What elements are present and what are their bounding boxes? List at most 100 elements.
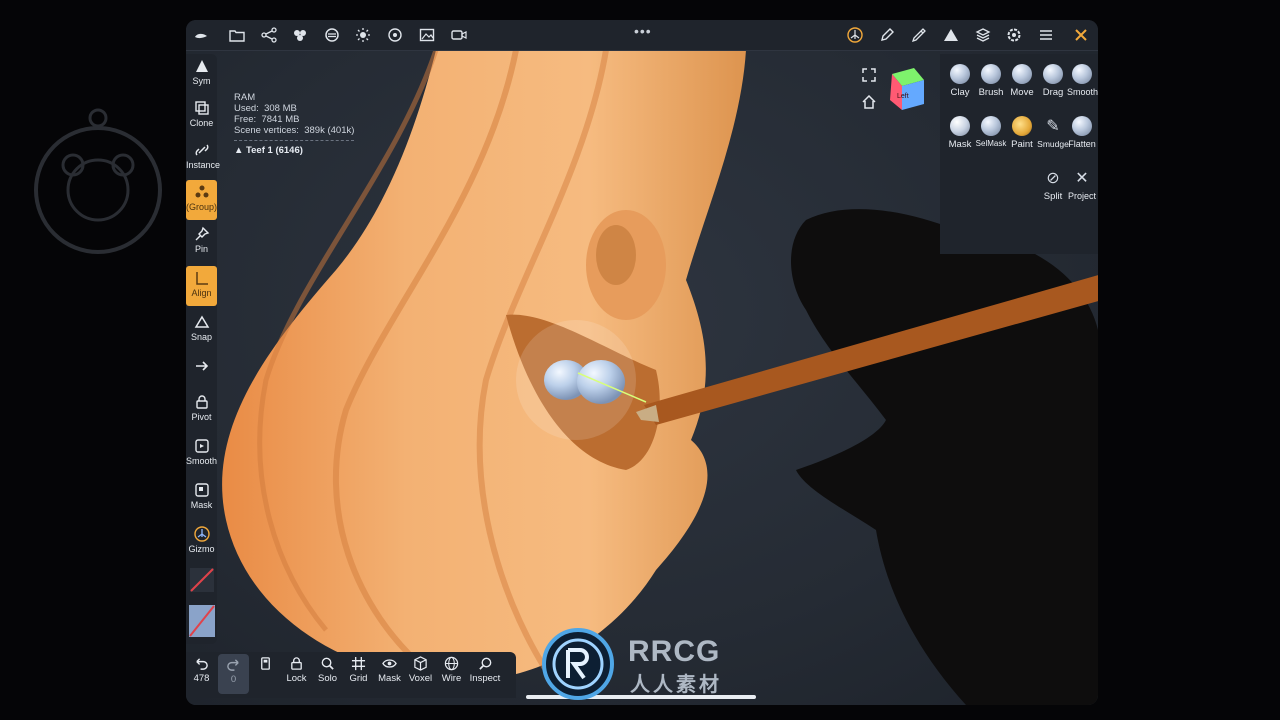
instance-button[interactable]: Instance [186, 138, 220, 178]
smooth-button[interactable]: Smooth [186, 434, 217, 474]
tool-selmask[interactable]: SelMask [975, 112, 1007, 158]
stats-divider [234, 140, 354, 141]
tool-split[interactable]: ⊘ Split [1037, 164, 1069, 210]
undo-count: 478 [193, 673, 210, 684]
pencil-icon[interactable] [876, 25, 898, 45]
tool-label: Brush [978, 87, 1004, 98]
lock-icon [291, 657, 302, 670]
sym-button[interactable]: Sym [186, 54, 217, 94]
pivot-label: Pivot [191, 412, 212, 422]
object-icon [261, 657, 270, 670]
fullscreen-icon[interactable] [862, 68, 876, 82]
undo-button[interactable]: 478 [186, 656, 217, 684]
tool-brush[interactable]: Brush [975, 60, 1007, 106]
group-button[interactable]: (Group) [186, 180, 217, 220]
solo-icon [321, 657, 334, 670]
tool-flatten[interactable]: Flatten [1067, 112, 1097, 158]
tool-palette: Clay Brush Move Drag Smooth Mask SelMask… [940, 54, 1098, 254]
snap-icon [194, 315, 209, 328]
logo-icon[interactable] [190, 25, 212, 45]
bear-logo-icon [34, 108, 162, 254]
smooth-label: Smooth [186, 456, 218, 466]
watermark-text: RRCG [628, 635, 721, 668]
object-button[interactable] [250, 656, 281, 673]
tool-smooth[interactable]: Smooth [1067, 60, 1098, 106]
tool-label: Move [1010, 87, 1034, 98]
no-color-icon [189, 568, 214, 592]
snap-label: Snap [190, 332, 213, 342]
tool-clay[interactable]: Clay [944, 60, 976, 106]
tool-paint[interactable]: Paint [1006, 112, 1038, 158]
more-dots-icon[interactable]: ••• [634, 23, 652, 39]
clone-label: Clone [189, 118, 214, 128]
redo-icon [227, 659, 239, 671]
ram-free: Free: 7841 MB [234, 114, 300, 125]
wire-button[interactable]: Wire [436, 656, 467, 684]
tool-label: SelMask [975, 139, 1007, 148]
smooth-icon [194, 439, 209, 453]
tools-icon[interactable] [1070, 25, 1092, 45]
settings-icon[interactable] [1003, 25, 1025, 45]
rrcg-watermark-logo [542, 628, 614, 700]
inspect-icon [478, 657, 491, 670]
eyedropper-icon[interactable] [908, 25, 930, 45]
image-icon[interactable] [416, 25, 438, 45]
color-swatch-2[interactable] [186, 602, 217, 642]
project-icon: ✕ [1075, 170, 1089, 187]
pin-button[interactable]: Pin [186, 222, 217, 262]
warning-icon[interactable] [940, 25, 962, 45]
clone-button[interactable]: Clone [186, 96, 217, 136]
selected-mesh[interactable]: ▲ Teef 1 (6146) [234, 145, 354, 156]
grid-button[interactable]: Grid [343, 656, 374, 684]
ram-used: Used: 308 MB [234, 103, 297, 114]
wire-label: Wire [441, 673, 462, 684]
scene-icon[interactable] [289, 25, 311, 45]
gizmo-tool-icon [193, 526, 210, 542]
video-icon[interactable] [448, 25, 470, 45]
layers-icon[interactable] [972, 25, 994, 45]
view-cube[interactable]: Left [880, 64, 930, 114]
pin-label: Pin [194, 244, 208, 254]
gizmo-button[interactable]: Gizmo [186, 522, 217, 562]
menu-icon[interactable] [1035, 25, 1057, 45]
share-icon[interactable] [258, 25, 280, 45]
tool-label: Split [1043, 191, 1063, 202]
tool-move[interactable]: Move [1006, 60, 1038, 106]
redo-button[interactable]: 0 [218, 654, 249, 694]
tablet-screen: RAM Used: 308 MB Free: 7841 MB Scene ver… [186, 20, 1098, 705]
color-swatch-1[interactable] [186, 564, 217, 596]
tool-label: Paint [1011, 139, 1033, 150]
no-color-icon [188, 605, 215, 637]
mask-button[interactable]: Mask [186, 478, 217, 518]
instance-icon [194, 144, 209, 156]
inspect-button[interactable]: Inspect [468, 656, 502, 684]
tool-mask[interactable]: Mask [944, 112, 976, 158]
smudge-icon: ✎ [1046, 118, 1060, 135]
mask-brush-icon [950, 116, 970, 136]
lock-button[interactable]: Lock [281, 656, 312, 684]
mask-label: Mask [190, 500, 213, 510]
mask-visibility-button[interactable]: Mask [374, 656, 405, 684]
home-view-icon[interactable] [862, 95, 876, 109]
snap-button[interactable]: Snap [186, 310, 217, 350]
tool-smudge[interactable]: ✎ Smudge [1037, 112, 1069, 158]
folder-icon[interactable] [226, 25, 248, 45]
redo-count: 0 [230, 674, 237, 685]
align-label: Align [191, 288, 212, 298]
camera-target-icon[interactable] [384, 25, 406, 45]
voxel-button[interactable]: Voxel [405, 656, 436, 684]
pivot-button[interactable]: Pivot [186, 390, 217, 430]
solo-button[interactable]: Solo [312, 656, 343, 684]
grid-icon [351, 656, 366, 671]
align-button[interactable]: Align [186, 266, 217, 306]
gizmo-icon[interactable] [844, 25, 866, 45]
bottom-toolbar: 478 0 Lock Solo Grid Mask Voxel Wire Ins… [186, 652, 516, 698]
tool-project[interactable]: ✕ Project [1067, 164, 1097, 210]
eye-icon [382, 659, 397, 668]
ram-label: RAM [234, 92, 256, 103]
scene-vertices: Scene vertices: 389k (401k) [234, 125, 355, 136]
move-arrow-button[interactable] [186, 354, 217, 382]
tool-drag[interactable]: Drag [1037, 60, 1069, 106]
light-icon[interactable] [352, 25, 374, 45]
material-icon[interactable] [321, 25, 343, 45]
